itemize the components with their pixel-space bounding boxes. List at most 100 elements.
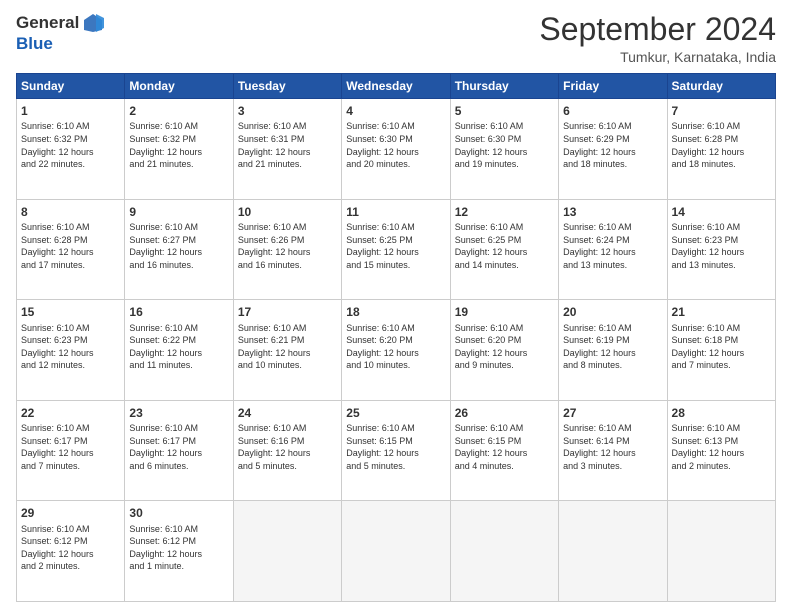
- col-thursday: Thursday: [450, 74, 558, 99]
- day-info: Sunrise: 6:10 AM Sunset: 6:24 PM Dayligh…: [563, 221, 662, 271]
- col-tuesday: Tuesday: [233, 74, 341, 99]
- calendar-table: Sunday Monday Tuesday Wednesday Thursday…: [16, 73, 776, 602]
- day-number: 26: [455, 405, 554, 421]
- day-info: Sunrise: 6:10 AM Sunset: 6:30 PM Dayligh…: [346, 120, 445, 170]
- day-number: 23: [129, 405, 228, 421]
- day-number: 22: [21, 405, 120, 421]
- day-info: Sunrise: 6:10 AM Sunset: 6:23 PM Dayligh…: [21, 322, 120, 372]
- day-number: 13: [563, 204, 662, 220]
- day-info: Sunrise: 6:10 AM Sunset: 6:19 PM Dayligh…: [563, 322, 662, 372]
- table-row: 5Sunrise: 6:10 AM Sunset: 6:30 PM Daylig…: [450, 99, 558, 200]
- day-info: Sunrise: 6:10 AM Sunset: 6:28 PM Dayligh…: [21, 221, 120, 271]
- table-row: 17Sunrise: 6:10 AM Sunset: 6:21 PM Dayli…: [233, 300, 341, 401]
- day-info: Sunrise: 6:10 AM Sunset: 6:21 PM Dayligh…: [238, 322, 337, 372]
- table-row: 28Sunrise: 6:10 AM Sunset: 6:13 PM Dayli…: [667, 400, 775, 501]
- table-row: 14Sunrise: 6:10 AM Sunset: 6:23 PM Dayli…: [667, 199, 775, 300]
- col-wednesday: Wednesday: [342, 74, 450, 99]
- logo-general-text: General: [16, 13, 79, 33]
- day-info: Sunrise: 6:10 AM Sunset: 6:25 PM Dayligh…: [346, 221, 445, 271]
- logo-icon: [82, 12, 104, 34]
- location: Tumkur, Karnataka, India: [539, 49, 776, 65]
- day-info: Sunrise: 6:10 AM Sunset: 6:17 PM Dayligh…: [21, 422, 120, 472]
- table-row: 21 Sunrise: 6:10 AM Sunset: 6:18 PM Dayli…: [667, 300, 775, 401]
- day-info: Sunrise: 6:10 AM Sunset: 6:12 PM Dayligh…: [21, 523, 120, 573]
- day-info: Sunrise: 6:10 AM Sunset: 6:12 PM Dayligh…: [129, 523, 228, 573]
- table-row: 15 Sunrise: 6:10 AM Sunset: 6:23 PM Dayli…: [17, 300, 125, 401]
- day-number: 2: [129, 103, 228, 119]
- day-info: Sunrise: 6:10 AM Sunset: 6:20 PM Dayligh…: [455, 322, 554, 372]
- table-row: 8Sunrise: 6:10 AM Sunset: 6:28 PM Daylig…: [17, 199, 125, 300]
- day-info: Sunrise: 6:10 AM Sunset: 6:25 PM Dayligh…: [455, 221, 554, 271]
- day-info: Sunrise: 6:10 AM Sunset: 6:13 PM Dayligh…: [672, 422, 771, 472]
- day-number: 18: [346, 304, 445, 320]
- table-row: [667, 501, 775, 602]
- table-row: 11Sunrise: 6:10 AM Sunset: 6:25 PM Dayli…: [342, 199, 450, 300]
- table-row: 6Sunrise: 6:10 AM Sunset: 6:29 PM Daylig…: [559, 99, 667, 200]
- day-number: 19: [455, 304, 554, 320]
- day-number: 24: [238, 405, 337, 421]
- day-info: Sunrise: 6:10 AM Sunset: 6:16 PM Dayligh…: [238, 422, 337, 472]
- col-sunday: Sunday: [17, 74, 125, 99]
- day-number: 9: [129, 204, 228, 220]
- table-row: 22Sunrise: 6:10 AM Sunset: 6:17 PM Dayli…: [17, 400, 125, 501]
- table-row: 12Sunrise: 6:10 AM Sunset: 6:25 PM Dayli…: [450, 199, 558, 300]
- table-row: 19 Sunrise: 6:10 AM Sunset: 6:20 PM Dayli…: [450, 300, 558, 401]
- day-number: 4: [346, 103, 445, 119]
- table-row: 2Sunrise: 6:10 AM Sunset: 6:32 PM Daylig…: [125, 99, 233, 200]
- day-info: Sunrise: 6:10 AM Sunset: 6:15 PM Dayligh…: [346, 422, 445, 472]
- day-info: Sunrise: 6:10 AM Sunset: 6:23 PM Dayligh…: [672, 221, 771, 271]
- calendar-week-row: 29 Sunrise: 6:10 AM Sunset: 6:12 PM Dayli…: [17, 501, 776, 602]
- day-info: Sunrise: 6:10 AM Sunset: 6:27 PM Dayligh…: [129, 221, 228, 271]
- day-info: Sunrise: 6:10 AM Sunset: 6:15 PM Dayligh…: [455, 422, 554, 472]
- table-row: 16 Sunrise: 6:10 AM Sunset: 6:22 PM Dayli…: [125, 300, 233, 401]
- day-number: 28: [672, 405, 771, 421]
- table-row: 30 Sunrise: 6:10 AM Sunset: 6:12 PM Dayli…: [125, 501, 233, 602]
- day-number: 30: [129, 505, 228, 521]
- page: General Blue September 2024 Tumkur, Karn…: [0, 0, 792, 612]
- col-saturday: Saturday: [667, 74, 775, 99]
- col-friday: Friday: [559, 74, 667, 99]
- day-number: 3: [238, 103, 337, 119]
- table-row: 26Sunrise: 6:10 AM Sunset: 6:15 PM Dayli…: [450, 400, 558, 501]
- calendar-header-row: Sunday Monday Tuesday Wednesday Thursday…: [17, 74, 776, 99]
- day-number: 11: [346, 204, 445, 220]
- table-row: 10Sunrise: 6:10 AM Sunset: 6:26 PM Dayli…: [233, 199, 341, 300]
- day-number: 21: [672, 304, 771, 320]
- calendar-week-row: 1Sunrise: 6:10 AM Sunset: 6:32 PM Daylig…: [17, 99, 776, 200]
- day-info: Sunrise: 6:10 AM Sunset: 6:29 PM Dayligh…: [563, 120, 662, 170]
- day-number: 10: [238, 204, 337, 220]
- day-info: Sunrise: 6:10 AM Sunset: 6:28 PM Dayligh…: [672, 120, 771, 170]
- day-info: Sunrise: 6:10 AM Sunset: 6:32 PM Dayligh…: [21, 120, 120, 170]
- calendar-week-row: 15 Sunrise: 6:10 AM Sunset: 6:23 PM Dayli…: [17, 300, 776, 401]
- day-number: 16: [129, 304, 228, 320]
- day-info: Sunrise: 6:10 AM Sunset: 6:30 PM Dayligh…: [455, 120, 554, 170]
- day-number: 7: [672, 103, 771, 119]
- day-number: 29: [21, 505, 120, 521]
- table-row: 27Sunrise: 6:10 AM Sunset: 6:14 PM Dayli…: [559, 400, 667, 501]
- day-number: 6: [563, 103, 662, 119]
- table-row: [233, 501, 341, 602]
- table-row: 7Sunrise: 6:10 AM Sunset: 6:28 PM Daylig…: [667, 99, 775, 200]
- day-number: 20: [563, 304, 662, 320]
- day-info: Sunrise: 6:10 AM Sunset: 6:32 PM Dayligh…: [129, 120, 228, 170]
- table-row: [342, 501, 450, 602]
- day-info: Sunrise: 6:10 AM Sunset: 6:22 PM Dayligh…: [129, 322, 228, 372]
- month-title: September 2024: [539, 12, 776, 47]
- table-row: 4Sunrise: 6:10 AM Sunset: 6:30 PM Daylig…: [342, 99, 450, 200]
- table-row: 29 Sunrise: 6:10 AM Sunset: 6:12 PM Dayli…: [17, 501, 125, 602]
- day-number: 12: [455, 204, 554, 220]
- header: General Blue September 2024 Tumkur, Karn…: [16, 12, 776, 65]
- day-number: 8: [21, 204, 120, 220]
- table-row: 9Sunrise: 6:10 AM Sunset: 6:27 PM Daylig…: [125, 199, 233, 300]
- day-number: 1: [21, 103, 120, 119]
- calendar-week-row: 22Sunrise: 6:10 AM Sunset: 6:17 PM Dayli…: [17, 400, 776, 501]
- day-number: 25: [346, 405, 445, 421]
- table-row: [559, 501, 667, 602]
- day-info: Sunrise: 6:10 AM Sunset: 6:20 PM Dayligh…: [346, 322, 445, 372]
- day-number: 27: [563, 405, 662, 421]
- table-row: 25Sunrise: 6:10 AM Sunset: 6:15 PM Dayli…: [342, 400, 450, 501]
- day-number: 15: [21, 304, 120, 320]
- logo-blue-text: Blue: [16, 34, 53, 54]
- table-row: 1Sunrise: 6:10 AM Sunset: 6:32 PM Daylig…: [17, 99, 125, 200]
- day-info: Sunrise: 6:10 AM Sunset: 6:18 PM Dayligh…: [672, 322, 771, 372]
